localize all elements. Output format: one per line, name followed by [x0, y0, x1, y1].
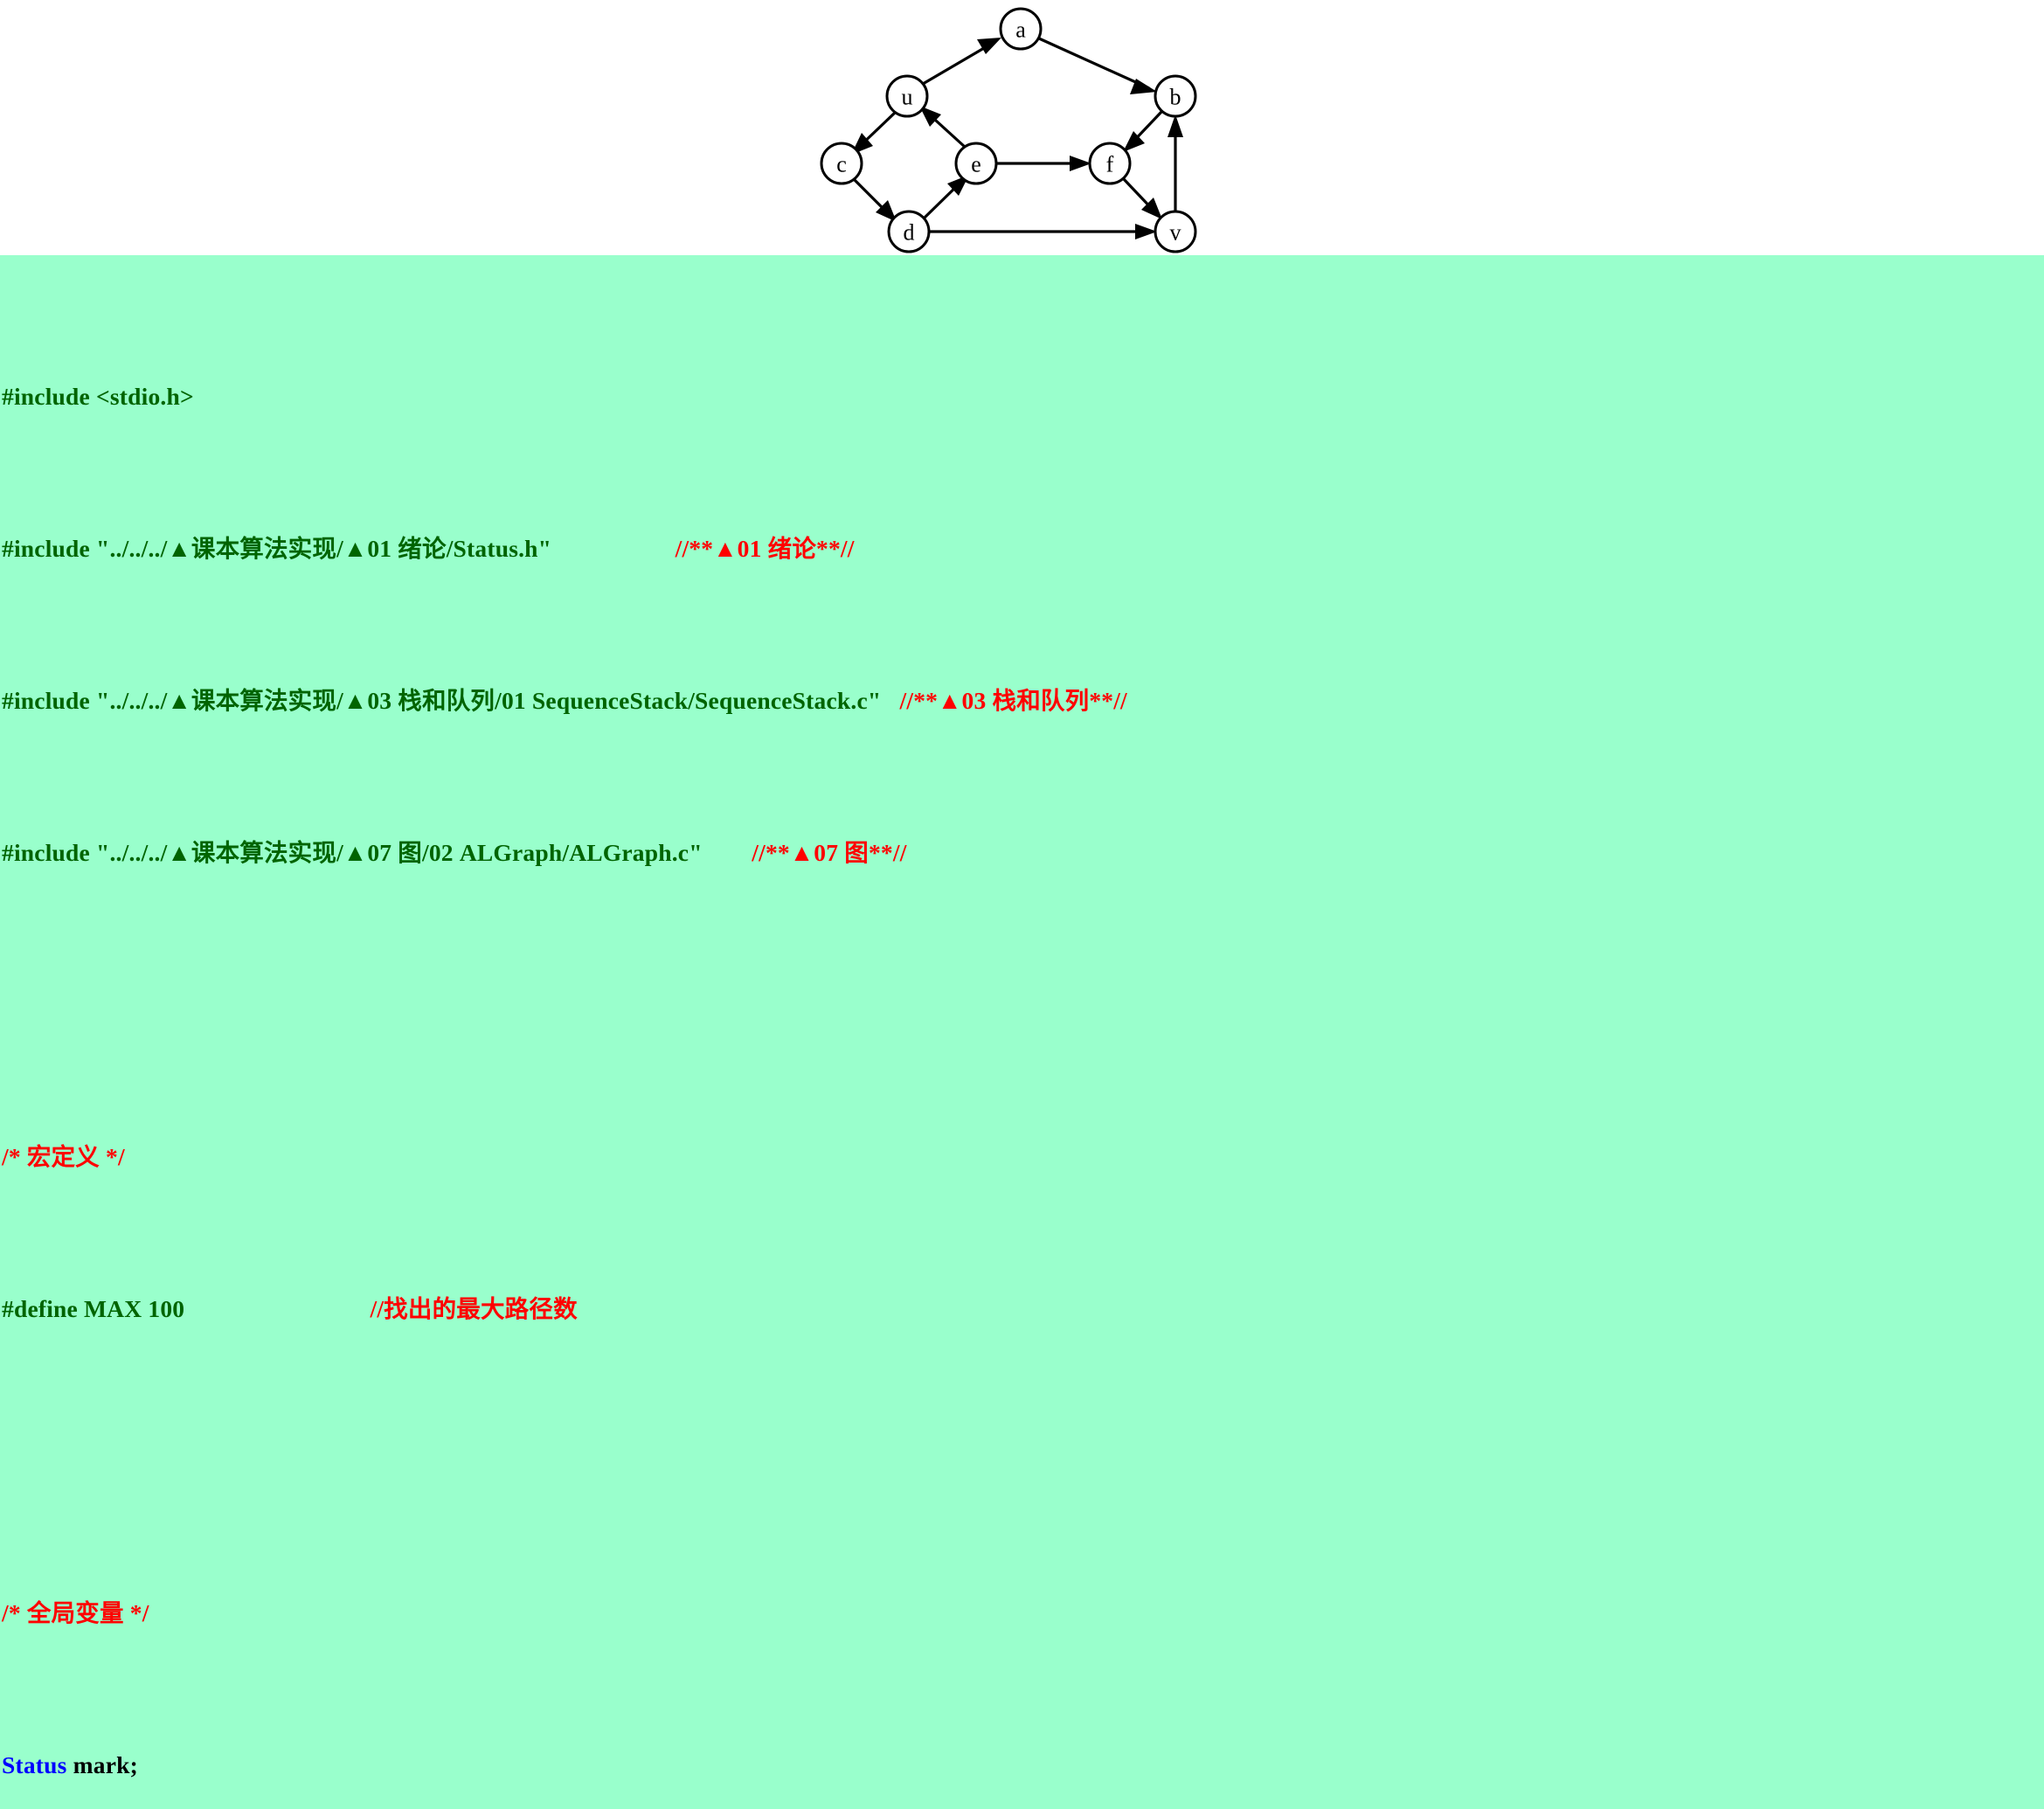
code-line-1: #include <stdio.h> [2, 378, 2044, 416]
seqstack-header-path: "../../../▲课本算法实现/▲03 栈和队列/01 SequenceSt… [96, 686, 882, 714]
include-keyword: #include [2, 534, 90, 562]
graph-node-d: d [887, 210, 931, 253]
comment-chapter-01: //**▲01 绪论**// [675, 534, 855, 562]
edge-u-a [922, 38, 1001, 86]
graph-figure-panel: a u b c e f d v [0, 0, 2044, 255]
graph-node-v: v [1154, 210, 1197, 253]
edge-f-v [1122, 177, 1162, 219]
code-line-8-blank [2, 1442, 2044, 1480]
code-line-6: /* 宏定义 */ [2, 1138, 2044, 1176]
graph-node-e: e [954, 142, 998, 185]
graph-node-f-label: f [1106, 152, 1114, 177]
code-line-2: #include "../../../▲课本算法实现/▲01 绪论/Status… [2, 530, 2044, 568]
edge-d-e [923, 175, 969, 219]
comment-max-paths: //找出的最大路径数 [370, 1294, 578, 1322]
code-listing[interactable]: #include <stdio.h> #include "../../../▲课… [0, 255, 2044, 1809]
graph-node-d-label: d [904, 220, 915, 246]
include-keyword: #include [2, 382, 90, 410]
comment-chapter-03: //**▲03 栈和队列**// [899, 686, 1127, 714]
code-line-4: #include "../../../▲课本算法实现/▲07 图/02 ALGr… [2, 834, 2044, 872]
graph-node-a-label: a [1015, 17, 1026, 43]
graph-node-u-label: u [902, 85, 913, 110]
code-line-7: #define MAX 100 //找出的最大路径数 [2, 1290, 2044, 1328]
graph-node-v-label: v [1170, 220, 1181, 246]
graph-node-b-label: b [1170, 85, 1181, 110]
edge-v-b [1168, 114, 1183, 211]
edge-c-d [853, 178, 897, 222]
status-header-path: "../../../▲课本算法实现/▲01 绪论/Status.h" [96, 534, 552, 562]
edge-e-u [919, 106, 967, 149]
edge-b-f [1123, 110, 1163, 152]
graph-edges [851, 37, 1183, 239]
code-editor-panel[interactable]: #include <stdio.h> #include "../../../▲课… [0, 255, 2044, 1809]
include-keyword: #include [2, 838, 90, 866]
edge-u-c [851, 111, 897, 155]
comment-global-section: /* 全局变量 */ [2, 1598, 149, 1626]
define-max-statement: #define MAX 100 [2, 1294, 185, 1322]
comment-macro-section: /* 宏定义 */ [2, 1142, 125, 1170]
edge-d-v [929, 224, 1157, 239]
include-keyword: #include [2, 686, 90, 714]
graph-node-u: u [885, 74, 929, 118]
graph-node-a: a [999, 7, 1043, 51]
stdio-header: <stdio.h> [96, 382, 194, 410]
edge-a-b [1038, 37, 1157, 94]
graph-node-f: f [1088, 142, 1132, 185]
edge-e-f [996, 156, 1091, 171]
code-line-5-blank [2, 986, 2044, 1024]
type-status: Status [2, 1750, 67, 1778]
graph-node-c-label: c [836, 152, 847, 177]
graph-node-c: c [820, 142, 863, 185]
comment-chapter-07: //**▲07 图**// [752, 838, 907, 866]
graph-node-e-label: e [971, 152, 981, 177]
graph-node-b: b [1154, 74, 1197, 118]
code-line-10: Status mark; [2, 1746, 2044, 1785]
code-line-3: #include "../../../▲课本算法实现/▲03 栈和队列/01 S… [2, 682, 2044, 720]
code-line-9: /* 全局变量 */ [2, 1594, 2044, 1632]
algraph-header-path: "../../../▲课本算法实现/▲07 图/02 ALGraph/ALGra… [96, 838, 703, 866]
directed-graph-svg: a u b c e f d v [820, 7, 1197, 253]
var-mark: mark; [73, 1750, 138, 1778]
